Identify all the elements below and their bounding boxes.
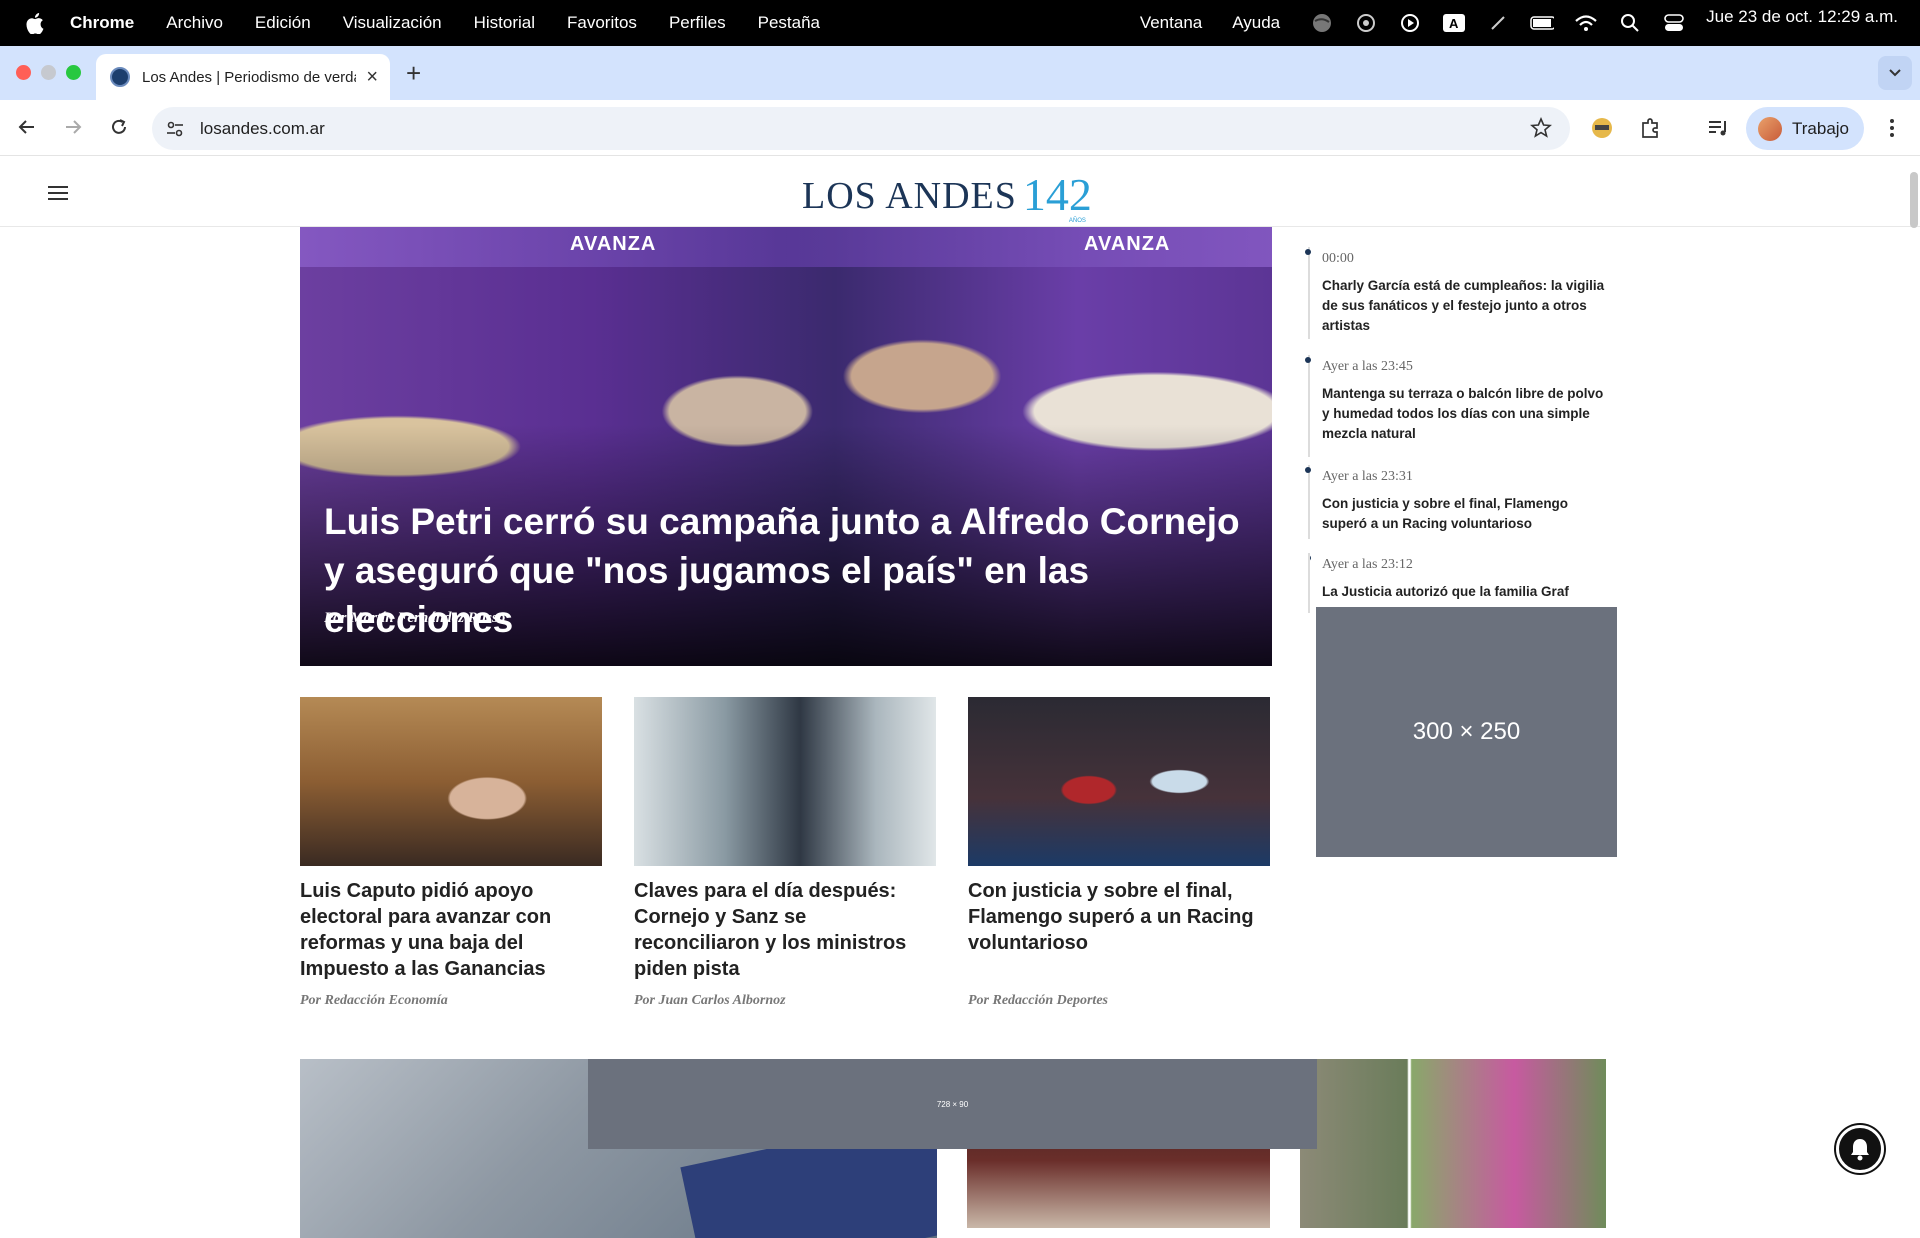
forward-arrow-icon[interactable]	[58, 112, 88, 142]
extensions-puzzle-icon[interactable]	[1636, 114, 1664, 142]
tab-close-icon[interactable]: ×	[366, 66, 378, 89]
play-circle-icon[interactable]	[1398, 11, 1422, 35]
apple-icon[interactable]	[26, 12, 46, 34]
menu-ayuda[interactable]: Ayuda	[1232, 13, 1280, 33]
feed-headline[interactable]: Con justicia y sobre el final, Flamengo …	[1322, 494, 1606, 534]
article-image[interactable]	[1300, 1059, 1606, 1228]
hamburger-menu-icon[interactable]	[48, 186, 68, 200]
ad-placeholder-300x250[interactable]: 300 × 250	[1316, 607, 1617, 857]
article-title[interactable]: Con justicia y sobre el final, Flamengo …	[968, 878, 1270, 956]
menu-archivo[interactable]: Archivo	[166, 13, 223, 33]
tab-search-chevron-icon[interactable]	[1878, 56, 1912, 90]
globe-icon[interactable]	[1310, 11, 1334, 35]
feed-item[interactable]: Ayer a las 23:31 Con justicia y sobre el…	[1305, 465, 1606, 539]
feed-time: Ayer a las 23:12	[1322, 557, 1413, 572]
reading-list-icon[interactable]	[1704, 114, 1732, 142]
control-center-icon[interactable]	[1662, 11, 1686, 35]
article-image[interactable]	[300, 697, 602, 866]
macos-menu-bar: Chrome Archivo Edición Visualización His…	[0, 0, 1920, 46]
article-byline: Por Redacción Deportes	[968, 993, 1108, 1008]
tab-losandes[interactable]: Los Andes | Periodismo de verdad ×	[96, 54, 390, 100]
avatar	[1758, 116, 1782, 141]
menu-pestana[interactable]: Pestaña	[758, 13, 820, 33]
reload-icon[interactable]	[104, 112, 134, 142]
hero-byline[interactable]: Por Martín Fernández Russo	[324, 610, 505, 627]
window-close-button[interactable]	[16, 65, 31, 80]
search-icon[interactable]	[1618, 11, 1642, 35]
link-circle-icon[interactable]	[1354, 11, 1378, 35]
bookmark-star-icon[interactable]	[1530, 116, 1552, 144]
profile-label: Trabajo	[1792, 118, 1850, 138]
timeline-dot	[1305, 467, 1311, 473]
menu-edicion[interactable]: Edición	[255, 13, 311, 33]
article-image[interactable]	[634, 697, 936, 866]
site-favicon-icon	[110, 67, 130, 87]
feed-item[interactable]: 00:00 Charly García está de cumpleaños: …	[1305, 247, 1606, 339]
window-zoom-button[interactable]	[66, 65, 81, 80]
menu-app-name[interactable]: Chrome	[70, 13, 134, 33]
menu-favoritos[interactable]: Favoritos	[567, 13, 637, 33]
article-byline: Por Juan Carlos Albornoz	[634, 993, 786, 1008]
hero-banner-text: AVANZA	[1084, 233, 1171, 255]
keyboard-input-icon[interactable]: A	[1442, 11, 1466, 35]
feed-headline[interactable]: Mantenga su terraza o balcón libre de po…	[1322, 384, 1606, 444]
new-tab-icon[interactable]: +	[406, 58, 421, 89]
pen-slash-icon[interactable]	[1486, 11, 1510, 35]
battery-icon[interactable]	[1530, 11, 1555, 35]
article-card[interactable]: Luis Caputo pidió apoyo electoral para a…	[300, 697, 602, 1008]
notification-bell-icon[interactable]	[1836, 1125, 1884, 1173]
hero-banner-text: AVANZA	[570, 233, 657, 255]
timeline-dot	[1305, 357, 1311, 363]
page-scrollbar[interactable]	[1910, 172, 1918, 228]
feed-time: 00:00	[1322, 251, 1354, 266]
article-card[interactable]: Con justicia y sobre el final, Flamengo …	[968, 697, 1270, 1008]
svg-text:A: A	[1449, 16, 1459, 31]
menu-perfiles[interactable]: Perfiles	[669, 13, 726, 33]
menu-ventana[interactable]: Ventana	[1140, 13, 1202, 33]
menu-historial[interactable]: Historial	[474, 13, 535, 33]
menubar-clock[interactable]: Jue 23 de oct. 12:29 a.m.	[1706, 7, 1898, 27]
url-text[interactable]: losandes.com.ar	[200, 119, 325, 139]
address-bar[interactable]: losandes.com.ar	[152, 107, 1570, 150]
timeline-dot	[1310, 555, 1311, 561]
article-title[interactable]: Luis Caputo pidió apoyo electoral para a…	[300, 878, 602, 982]
article-byline: Por Redacción Economía	[300, 993, 448, 1008]
article-title[interactable]: Claves para el día después: Cornejo y Sa…	[634, 878, 936, 982]
site-logo[interactable]: LOS ANDES 142 AÑOS	[802, 168, 1092, 225]
logo-anniversary-number: 142 AÑOS	[1023, 172, 1092, 225]
feed-item[interactable]: Ayer a las 23:45 Mantenga su terraza o b…	[1305, 355, 1606, 457]
kebab-menu-icon[interactable]	[1878, 114, 1906, 142]
wifi-icon[interactable]	[1574, 11, 1598, 35]
latest-news-feed: 00:00 Charly García está de cumpleaños: …	[1305, 247, 1606, 613]
profile-button[interactable]: Trabajo	[1746, 107, 1864, 150]
feed-time: Ayer a las 23:31	[1322, 469, 1413, 484]
feed-item[interactable]: Ayer a las 23:12 La Justicia autorizó qu…	[1308, 553, 1606, 613]
window-minimize-button[interactable]	[41, 65, 56, 80]
feed-headline[interactable]: La Justicia autorizó que la familia Graf	[1322, 582, 1606, 602]
menu-visualizacion[interactable]: Visualización	[343, 13, 442, 33]
menubar-right: Ventana Ayuda A Jue 23 de oct. 12:29 a.m…	[1140, 0, 1920, 46]
back-arrow-icon[interactable]	[12, 112, 42, 142]
article-card[interactable]: Claves para el día después: Cornejo y Sa…	[634, 697, 936, 1008]
hero-article[interactable]: AVANZA AVANZA Luis Petri cerró su campañ…	[300, 227, 1272, 666]
article-image[interactable]	[968, 697, 1270, 866]
timeline-dot	[1305, 249, 1311, 255]
ad-placeholder-728x90[interactable]: 728 × 90	[588, 1059, 1317, 1149]
site-settings-icon[interactable]	[164, 118, 186, 140]
extension-cookie-icon[interactable]	[1588, 114, 1616, 142]
logo-wordmark: LOS ANDES	[802, 175, 1017, 217]
feed-headline[interactable]: Charly García está de cumpleaños: la vig…	[1322, 276, 1606, 336]
feed-time: Ayer a las 23:45	[1322, 359, 1413, 374]
tab-title: Los Andes | Periodismo de verdad	[142, 68, 356, 86]
